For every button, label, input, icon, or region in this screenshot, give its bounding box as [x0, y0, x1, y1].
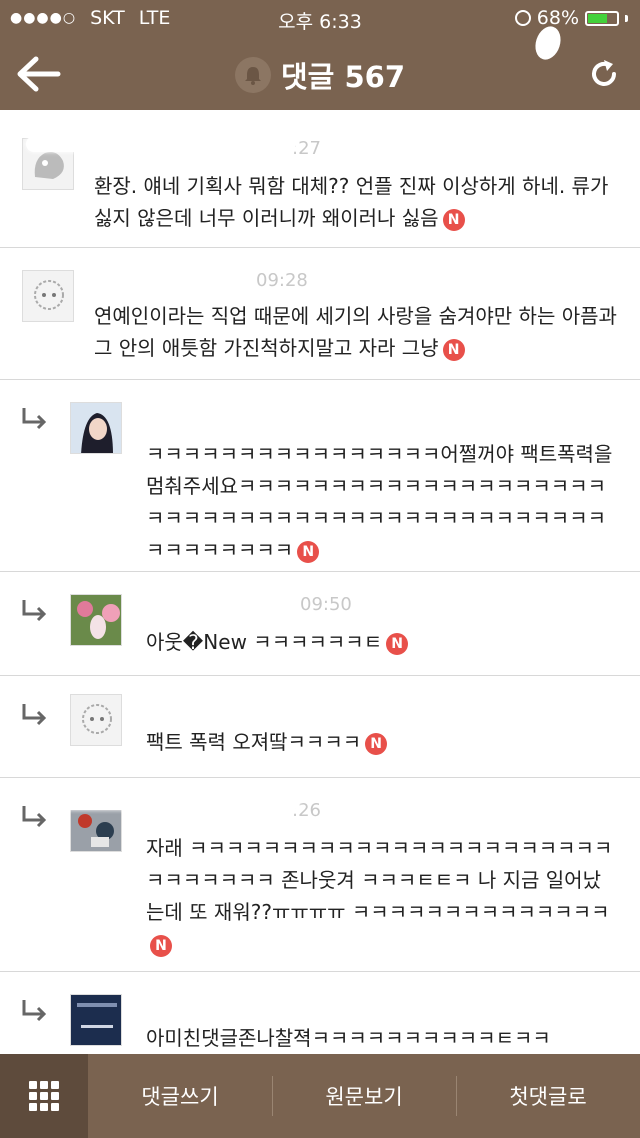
reply-item[interactable]: 팩트 폭력 오져땈ㅋㅋㅋㅋ N: [0, 676, 640, 778]
comment-text: 아미친댓글존나찰젹ㅋㅋㅋㅋㅋㅋㅋㅋㅋㅋㅌㅋㅋ: [146, 1026, 551, 1050]
reply-arrow-icon: [22, 408, 47, 430]
redaction: [40, 794, 300, 810]
new-badge: N: [442, 338, 465, 361]
reply-item[interactable]: :26 자래 ㅋㅋㅋㅋㅋㅋㅋㅋㅋㅋㅋㅋㅋㅋㅋㅋㅋㅋㅋㅋㅋㅋㅋㅋㅋㅋㅋㅋㅋㅋ 존나…: [0, 778, 640, 972]
reply-item[interactable]: ㅋㅋㅋㅋㅋㅋㅋㅋㅋㅋㅋㅋㅋㅋㅋㅋ어쩔꺼야 팩트폭력을 멈춰주세요ㅋㅋㅋㅋㅋㅋㅋㅋ…: [0, 380, 640, 572]
comment-text: ㅋㅋㅋㅋㅋㅋㅋㅋㅋㅋㅋㅋㅋㅋㅋㅋ어쩔꺼야 팩트폭력을 멈춰주세요ㅋㅋㅋㅋㅋㅋㅋㅋ…: [146, 442, 613, 563]
reply-item[interactable]: 아미친댓글존나찰젹ㅋㅋㅋㅋㅋㅋㅋㅋㅋㅋㅌㅋㅋ: [0, 972, 640, 1054]
header-title-group: 댓글 567: [0, 54, 640, 96]
comment-time: 09:28: [256, 270, 308, 291]
battery-fill: [588, 13, 608, 23]
comment-text: 팩트 폭력 오져땈ㅋㅋㅋㅋ N: [146, 726, 616, 758]
new-badge: N: [297, 540, 320, 563]
grid-menu-icon[interactable]: [0, 1054, 88, 1138]
comment-time: :27: [292, 138, 321, 159]
reply-item[interactable]: 09:50 아웃�New ㅋㅋㅋㅋㅋㅋㅌ N: [0, 572, 640, 676]
avatar[interactable]: [70, 402, 122, 454]
status-right: 68%: [514, 7, 628, 29]
first-comment-button[interactable]: 첫댓글로: [456, 1054, 640, 1138]
bottom-toolbar: 댓글쓰기 원문보기 첫댓글로: [0, 1054, 640, 1138]
comment-item[interactable]: :27 환장. 얘네 기획사 뭐함 대체?? 언플 진짜 이상하게 하네. 류가…: [0, 110, 640, 248]
reply-arrow-icon: [22, 600, 47, 622]
bell-icon[interactable]: [235, 57, 271, 93]
comment-text: 연예인이라는 직업 때문에 세기의 사랑을 숨겨야만 하는 아픔과 그 안의 애…: [94, 304, 617, 361]
comment-item[interactable]: 09:28 연예인이라는 직업 때문에 세기의 사랑을 숨겨야만 하는 아픔과 …: [0, 248, 640, 380]
redaction: [128, 688, 308, 704]
write-comment-button[interactable]: 댓글쓰기: [88, 1054, 272, 1138]
comment-text: 환장. 얘네 기획사 뭐함 대체?? 언플 진짜 이상하게 하네. 류가 싫지 …: [94, 174, 609, 231]
reply-arrow-icon: [22, 1000, 47, 1022]
avatar[interactable]: [70, 694, 122, 746]
rotation-lock-icon: [514, 10, 531, 26]
comment-text: 아웃�New ㅋㅋㅋㅋㅋㅋㅌ N: [146, 626, 616, 658]
page-title: 댓글 567: [281, 60, 405, 94]
new-badge: N: [365, 732, 388, 755]
avatar[interactable]: [70, 994, 122, 1046]
new-badge: N: [386, 632, 409, 655]
view-original-button[interactable]: 원문보기: [272, 1054, 456, 1138]
avatar[interactable]: [22, 270, 74, 322]
battery-cap: [625, 14, 628, 22]
redaction: [130, 394, 300, 410]
redaction: [80, 264, 230, 280]
redaction: [26, 136, 296, 152]
new-badge: N: [442, 208, 465, 231]
new-badge: N: [150, 934, 172, 957]
redaction: [128, 588, 298, 604]
avatar[interactable]: [70, 594, 122, 646]
comment-text: 자래 ㅋㅋㅋㅋㅋㅋㅋㅋㅋㅋㅋㅋㅋㅋㅋㅋㅋㅋㅋㅋㅋㅋㅋㅋㅋㅋㅋㅋㅋㅋ 존나웃겨 ㅋ…: [146, 832, 616, 960]
battery-percent: 68%: [536, 7, 579, 29]
comment-list[interactable]: :27 환장. 얘네 기획사 뭐함 대체?? 언플 진짜 이상하게 하네. 류가…: [0, 110, 640, 1054]
reply-arrow-icon: [22, 704, 47, 726]
battery-icon: [585, 10, 619, 26]
refresh-icon[interactable]: [586, 56, 622, 92]
redaction: [128, 988, 368, 1004]
comment-time: 09:50: [300, 594, 352, 615]
